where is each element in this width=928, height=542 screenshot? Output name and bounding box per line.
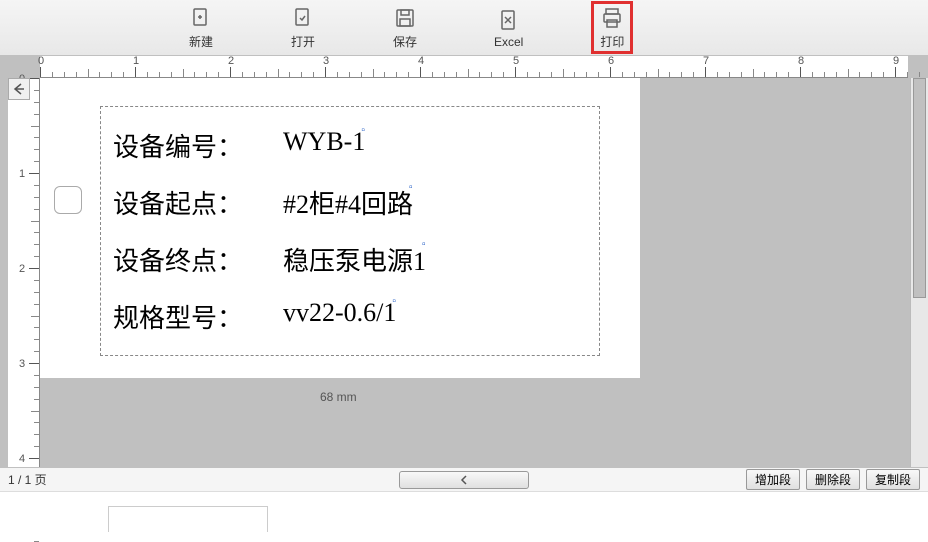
delete-section-button[interactable]: 删除段 [806, 469, 860, 490]
footer-strip [0, 491, 928, 531]
status-bar: 1 / 1 页 增加段 删除段 复制段 [0, 467, 928, 491]
row-value: WYB-1▫ [283, 127, 365, 164]
ruler-v-tick: 2 [29, 268, 39, 269]
print-label: 打印 [600, 33, 624, 50]
open-button[interactable]: 打开 [282, 1, 324, 54]
content-row[interactable]: 规格型号：vv22-0.6/1▫ [113, 298, 587, 335]
canvas-area[interactable]: 设备编号：WYB-1▫设备起点：#2柜#4回路▫设备终点：稳压泵电源1▫规格型号… [40, 78, 908, 467]
open-file-icon [290, 5, 316, 31]
top-toolbar: 新建 打开 保存 Excel 打印 [0, 0, 928, 56]
ruler-v-tick: 1 [29, 173, 39, 174]
row-label: 设备终点： [113, 241, 283, 278]
ruler-h-tick: 4 [420, 67, 421, 77]
ruler-v-tick: 4 [29, 458, 39, 459]
ruler-h-tick: 7 [705, 67, 706, 77]
content-frame[interactable]: 设备编号：WYB-1▫设备起点：#2柜#4回路▫设备终点：稳压泵电源1▫规格型号… [100, 106, 600, 356]
ruler-h-tick: 1 [135, 67, 136, 77]
expand-button[interactable] [399, 471, 529, 489]
ruler-h-tick: 2 [230, 67, 231, 77]
new-label: 新建 [189, 33, 213, 50]
work-area: 0123456789 01234 设备编号：WYB-1▫设备起点：#2柜#4回路… [0, 56, 928, 467]
field-marker-icon: ▫ [422, 239, 430, 247]
excel-icon [496, 7, 522, 33]
scrollbar-thumb[interactable] [913, 78, 926, 298]
ruler-h-tick: 5 [515, 67, 516, 77]
row-label: 规格型号： [113, 298, 283, 335]
section-buttons: 增加段 删除段 复制段 [746, 469, 920, 490]
dimension-label: 68 mm [320, 390, 357, 404]
vertical-scrollbar[interactable] [910, 78, 928, 467]
new-button[interactable]: 新建 [180, 1, 222, 54]
row-label: 设备起点： [113, 184, 283, 221]
ruler-v-tick: 0 [29, 78, 39, 79]
ruler-h-tick: 6 [610, 67, 611, 77]
page-thumbnail[interactable] [108, 506, 268, 532]
print-icon [599, 5, 625, 31]
add-section-button[interactable]: 增加段 [746, 469, 800, 490]
content-row[interactable]: 设备编号：WYB-1▫ [113, 127, 587, 164]
save-icon [392, 5, 418, 31]
print-button[interactable]: 打印 [591, 1, 633, 54]
copy-section-button[interactable]: 复制段 [866, 469, 920, 490]
row-value: 稳压泵电源1▫ [283, 241, 426, 278]
save-label: 保存 [393, 33, 417, 50]
field-marker-icon: ▫ [361, 125, 369, 133]
ruler-h-tick: 3 [325, 67, 326, 77]
row-value: vv22-0.6/1▫ [283, 298, 396, 335]
save-button[interactable]: 保存 [384, 1, 426, 54]
vertical-ruler: 0 1 2 3 4 [8, 78, 40, 467]
row-label: 设备编号： [113, 127, 283, 164]
excel-button[interactable]: Excel [486, 3, 531, 53]
canvas-page: 设备编号：WYB-1▫设备起点：#2柜#4回路▫设备终点：稳压泵电源1▫规格型号… [40, 78, 640, 378]
horizontal-ruler: 0 1 2 3 4 5 6 7 8 9 [40, 56, 908, 78]
ruler-v-tick: 3 [29, 363, 39, 364]
content-row[interactable]: 设备终点：稳压泵电源1▫ [113, 241, 587, 278]
ruler-h-tick: 8 [800, 67, 801, 77]
field-marker-icon: ▫ [409, 182, 417, 190]
ruler-h-tick: 0 [40, 67, 41, 77]
row-value: #2柜#4回路▫ [283, 184, 413, 221]
excel-label: Excel [494, 35, 523, 49]
field-marker-icon: ▫ [392, 296, 400, 304]
ruler-h-tick: 9 [895, 67, 896, 77]
page-handle[interactable] [54, 186, 82, 214]
page-indicator: 1 / 1 页 [8, 471, 47, 488]
new-file-icon [188, 5, 214, 31]
open-label: 打开 [291, 33, 315, 50]
back-button[interactable] [8, 78, 30, 100]
content-row[interactable]: 设备起点：#2柜#4回路▫ [113, 184, 587, 221]
